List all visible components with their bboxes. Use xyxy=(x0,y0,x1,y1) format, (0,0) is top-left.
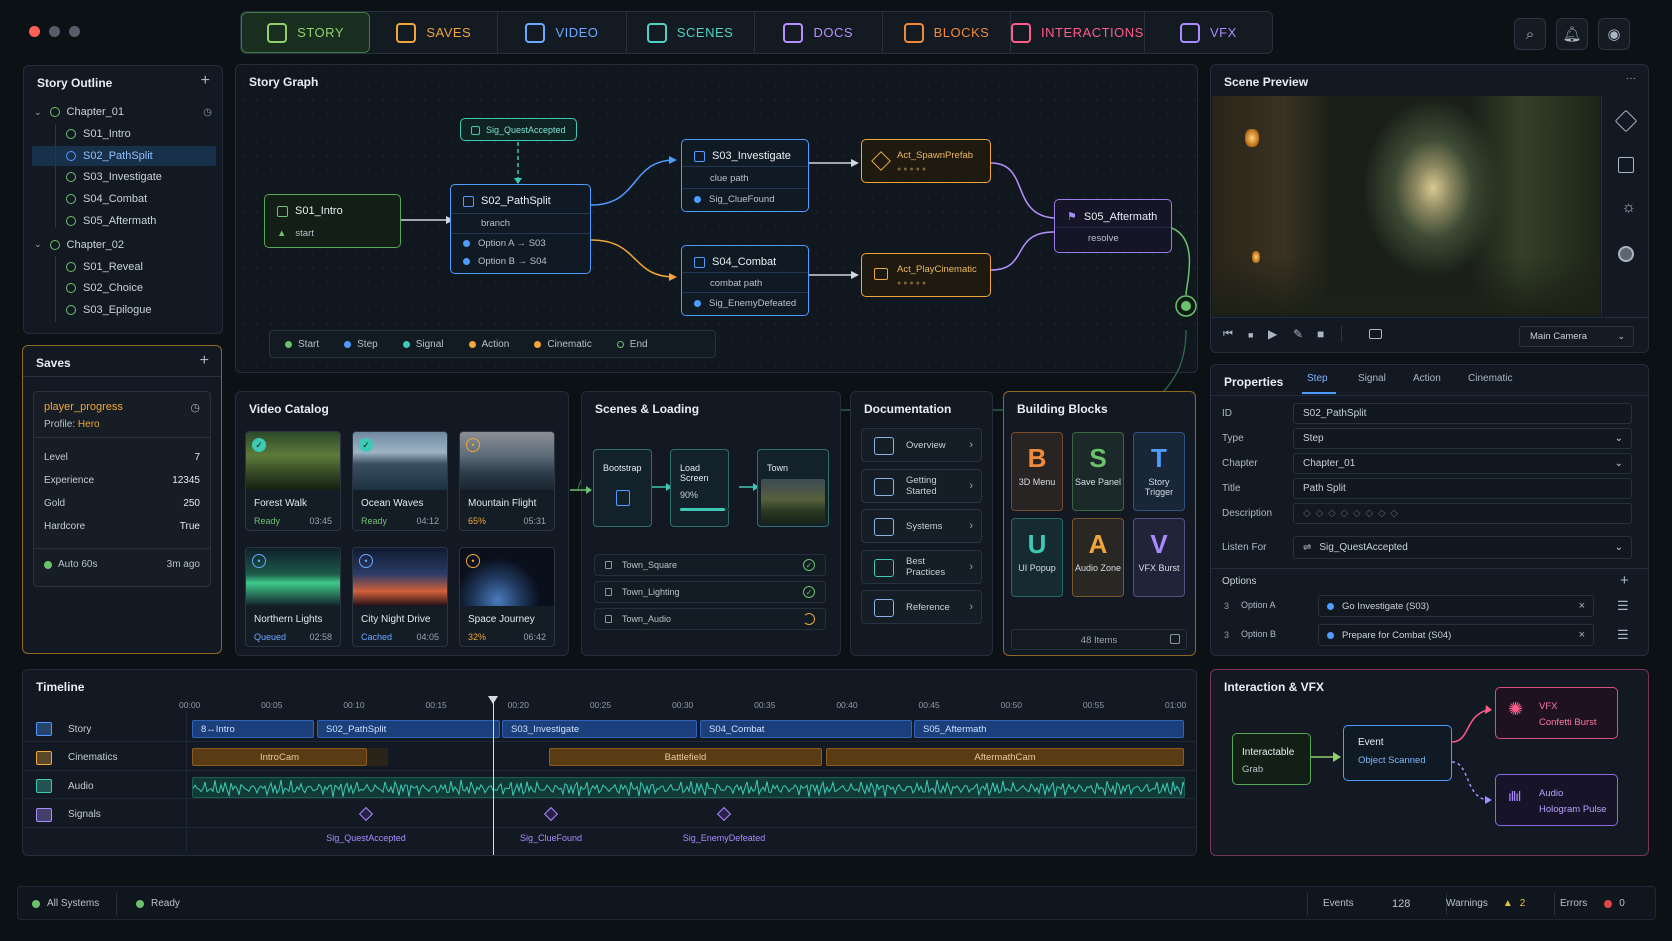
interactable-node[interactable]: Interactable Grab xyxy=(1232,733,1311,785)
errors-count: 0 xyxy=(1619,898,1625,909)
audio-node[interactable]: ıllıl Audio Hologram Pulse xyxy=(1495,774,1618,826)
events-count: 128 xyxy=(1392,898,1411,910)
ready-status: Ready xyxy=(151,898,180,909)
vfx-sub: Confetti Burst xyxy=(1539,717,1597,728)
vfx-node[interactable]: ✺ VFX Confetti Burst xyxy=(1495,687,1618,739)
systems-status: All Systems xyxy=(47,898,100,909)
vfx-title: VFX xyxy=(1539,701,1558,712)
ready-dot xyxy=(136,899,144,908)
interaction-edges xyxy=(1311,705,1492,804)
sparkle-icon: ✺ xyxy=(1508,699,1524,719)
interactable-title: Interactable xyxy=(1242,747,1295,758)
audio-sub: Hologram Pulse xyxy=(1539,804,1607,815)
events-label: Events xyxy=(1323,898,1354,909)
systems-dot xyxy=(32,899,40,908)
warnings-label: Warnings xyxy=(1446,898,1488,909)
errors-label: Errors xyxy=(1560,898,1588,909)
event-node[interactable]: Event Object Scanned xyxy=(1343,725,1452,781)
audio-title: Audio xyxy=(1539,788,1564,799)
status-bar: All Systems Ready Events 128 Warnings ▲ 2 … xyxy=(17,886,1656,920)
event-title: Event xyxy=(1358,737,1384,748)
error-dot xyxy=(1604,899,1613,908)
interactable-sub: Grab xyxy=(1242,764,1264,775)
audio-wave-icon: ıllıl xyxy=(1508,788,1521,804)
warning-icon: ▲ xyxy=(1502,898,1513,909)
warnings-count: 2 xyxy=(1519,898,1526,909)
event-sub: Object Scanned xyxy=(1358,755,1426,766)
